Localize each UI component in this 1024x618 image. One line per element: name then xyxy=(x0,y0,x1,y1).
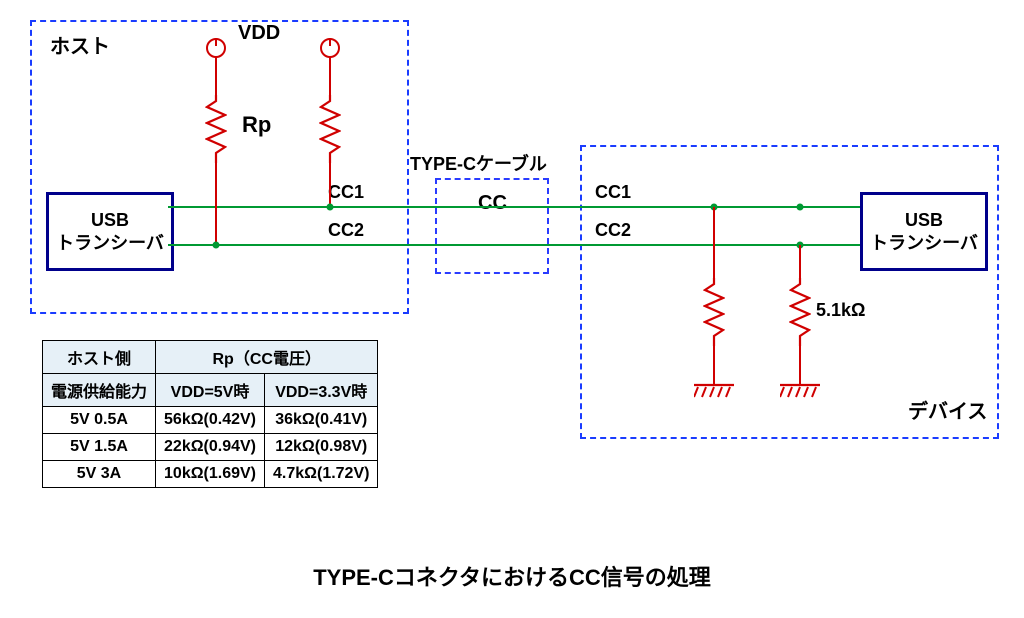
cc1-wire xyxy=(168,206,860,208)
cell-supply: 5V 3A xyxy=(43,461,156,488)
junction-node xyxy=(797,204,804,211)
host-label: ホスト xyxy=(50,30,110,59)
table-row: 5V 1.5A 22kΩ(0.94V) 12kΩ(0.98V) xyxy=(43,434,378,461)
device-transceiver: USB トランシーバ xyxy=(860,192,988,271)
cell-vdd33: 4.7kΩ(1.72V) xyxy=(265,461,378,488)
device-cc1-label: CC1 xyxy=(595,182,631,203)
rp-lead xyxy=(215,57,217,97)
cell-supply: 5V 0.5A xyxy=(43,407,156,434)
cell-vdd5: 10kΩ(1.69V) xyxy=(156,461,265,488)
th-vdd5: VDD=5V時 xyxy=(156,374,265,407)
cell-vdd5: 56kΩ(0.42V) xyxy=(156,407,265,434)
device-transceiver-line1: USB xyxy=(905,209,943,232)
table-row: 5V 3A 10kΩ(1.69V) 4.7kΩ(1.72V) xyxy=(43,461,378,488)
diagram-title: TYPE-CコネクタにおけるCC信号の処理 xyxy=(0,560,1024,592)
device-label: デバイス xyxy=(908,395,987,424)
cell-vdd5: 22kΩ(0.94V) xyxy=(156,434,265,461)
resistor-rp-icon xyxy=(205,95,227,163)
host-cc2-label: CC2 xyxy=(328,220,364,241)
th-supply: 電源供給能力 xyxy=(43,374,156,407)
th-rp: Rp（CC電圧） xyxy=(156,341,378,374)
cell-vdd33: 12kΩ(0.98V) xyxy=(265,434,378,461)
rp-lead xyxy=(329,162,331,208)
junction-node xyxy=(327,204,334,211)
pulldown-lead xyxy=(799,245,801,279)
vdd-tick-icon xyxy=(329,38,331,46)
device-transceiver-line2: トランシーバ xyxy=(870,232,978,255)
junction-node xyxy=(213,242,220,249)
host-cc1-label: CC1 xyxy=(328,182,364,203)
rp-label: Rp xyxy=(242,112,271,138)
host-transceiver-line1: USB xyxy=(91,209,129,232)
ground-icon xyxy=(694,383,734,405)
vdd-label: VDD xyxy=(238,22,280,45)
ground-icon xyxy=(780,383,820,405)
device-cc2-label: CC2 xyxy=(595,220,631,241)
cell-vdd33: 36kΩ(0.41V) xyxy=(265,407,378,434)
rp-lead xyxy=(329,57,331,97)
cell-supply: 5V 1.5A xyxy=(43,434,156,461)
pulldown-lead xyxy=(799,345,801,385)
rp-lead xyxy=(215,162,217,246)
resistor-pulldown-icon xyxy=(789,278,811,346)
resistor-pulldown-icon xyxy=(703,278,725,346)
resistor-rp-icon xyxy=(319,95,341,163)
table-row: 5V 0.5A 56kΩ(0.42V) 36kΩ(0.41V) xyxy=(43,407,378,434)
pulldown-lead xyxy=(713,345,715,385)
pulldown-value-label: 5.1kΩ xyxy=(816,300,865,321)
th-vdd33: VDD=3.3V時 xyxy=(265,374,378,407)
cable-label: TYPE-Cケーブル xyxy=(410,150,547,176)
rp-table: ホスト側 Rp（CC電圧） 電源供給能力 VDD=5V時 VDD=3.3V時 5… xyxy=(42,340,378,488)
cc2-wire xyxy=(168,244,860,246)
pulldown-lead xyxy=(713,207,715,279)
vdd-tick-icon xyxy=(215,38,217,46)
host-transceiver-line2: トランシーバ xyxy=(56,232,164,255)
cable-cc-label: CC xyxy=(478,192,507,215)
host-transceiver: USB トランシーバ xyxy=(46,192,174,271)
th-host: ホスト側 xyxy=(43,341,156,374)
